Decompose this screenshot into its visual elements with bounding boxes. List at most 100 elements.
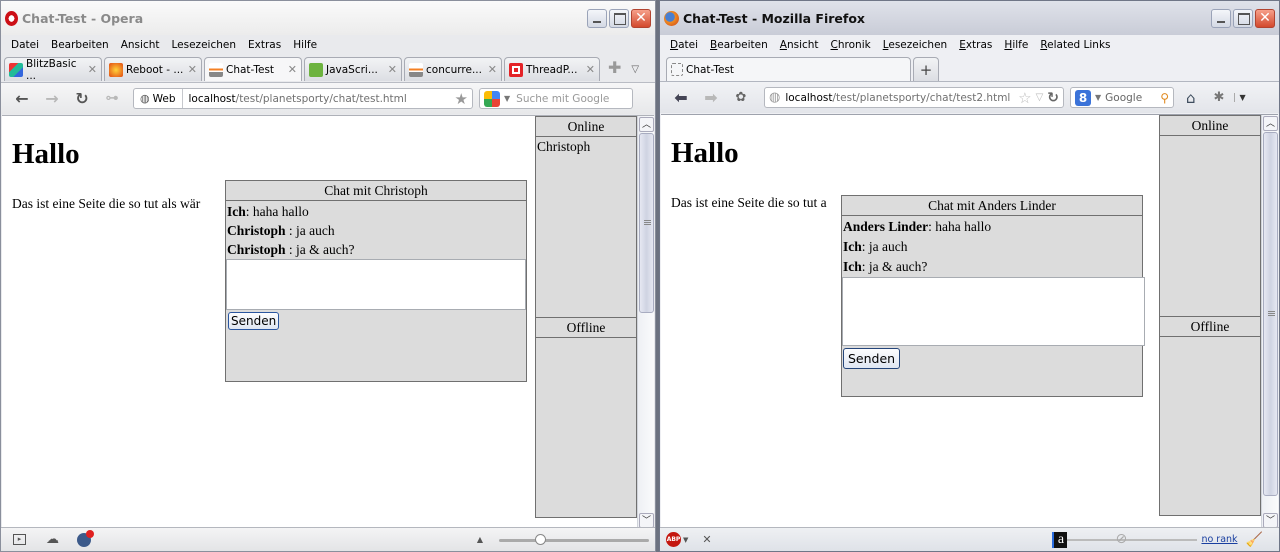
firefox-logo-icon	[664, 10, 679, 26]
new-tab-icon[interactable]: ✚	[608, 58, 621, 77]
menu-bearbeiten[interactable]: Bearbeiten	[45, 39, 115, 51]
tab-reboot[interactable]: Reboot - ... ✕	[104, 57, 202, 81]
menu-lesezeichen[interactable]: Lesezeichen	[166, 39, 243, 51]
tab-list-icon[interactable]: ▽	[631, 64, 639, 75]
zoom-slider[interactable]	[499, 533, 649, 547]
menu-hilfe[interactable]: Hilfe	[287, 39, 323, 51]
close-tab-icon[interactable]: ✕	[384, 63, 397, 76]
extension-icon[interactable]: ✿	[726, 90, 756, 105]
scroll-down-icon[interactable]: ﹀	[1263, 513, 1278, 528]
menu-lesezeichen[interactable]: Lesezeichen	[877, 39, 954, 51]
minimize-button[interactable]	[587, 9, 607, 28]
scroll-up-icon[interactable]: ︿	[1263, 116, 1278, 131]
chat-message-input[interactable]	[842, 277, 1145, 346]
scrollbar-thumb[interactable]	[639, 133, 654, 313]
tab-concurrency[interactable]: concurre... ✕	[404, 57, 502, 81]
chat-message: Ich: ja & auch?	[843, 259, 928, 274]
firebug-icon[interactable]: ✱	[1214, 90, 1225, 105]
opera-unite-cloud-icon[interactable]: ☁	[46, 532, 59, 547]
minimize-button[interactable]	[1211, 9, 1231, 28]
address-toolbar: ← → ↻ ⊶ ◍ Web localhost/test/planetsport…	[1, 82, 655, 114]
menu-extras[interactable]: Extras	[242, 39, 287, 51]
forward-icon[interactable]: ➡	[696, 88, 726, 107]
cleanup-broom-icon[interactable]: 🧹	[1246, 532, 1263, 548]
key-icon[interactable]: ⊶	[97, 91, 127, 106]
panel-toggle-icon[interactable]: ▸	[13, 534, 26, 545]
alexa-icon[interactable]: a	[1052, 531, 1068, 548]
send-button[interactable]: Senden	[228, 312, 280, 330]
online-user[interactable]: Christoph	[536, 137, 636, 156]
tab-javascript[interactable]: JavaScri... ✕	[304, 57, 402, 81]
bookmark-star-icon[interactable]: ★	[455, 90, 472, 108]
close-statusbar-icon[interactable]: ✕	[702, 533, 711, 546]
w3schools-icon	[309, 62, 323, 77]
new-tab-button[interactable]: +	[913, 57, 939, 81]
search-magnifier-icon[interactable]: ⚲	[1160, 91, 1169, 105]
close-tab-icon[interactable]: ✕	[184, 63, 197, 76]
vertical-scrollbar[interactable]: ︿ ﹀	[637, 116, 654, 529]
toolbar-menu-icon[interactable]: ▼	[1234, 93, 1246, 102]
menu-bearbeiten[interactable]: Bearbeiten	[704, 39, 774, 51]
address-field[interactable]: ◍ localhost/test/planetsporty/chat/test2…	[764, 87, 1064, 108]
online-panel: Online	[1159, 115, 1261, 317]
maximize-button[interactable]	[609, 9, 629, 28]
google-icon: 8	[1075, 89, 1091, 106]
chat-messages: Ich: haha hallo Christoph : ja auch Chri…	[226, 201, 526, 259]
forward-icon[interactable]: →	[37, 89, 67, 108]
show-images-icon[interactable]: ▲	[477, 535, 483, 544]
tab-chat-test[interactable]: Chat-Test ✕	[204, 57, 302, 81]
zoom-slider-handle[interactable]	[535, 533, 546, 545]
opera-window: Chat-Test - Opera ✕ Datei Bearbeiten Ans…	[0, 0, 656, 552]
menu-datei[interactable]: Datei	[5, 39, 45, 51]
scroll-up-icon[interactable]: ︿	[639, 117, 654, 132]
menu-hilfe[interactable]: Hilfe	[998, 39, 1034, 51]
menu-ansicht[interactable]: Ansicht	[115, 39, 166, 51]
opera-turbo-icon[interactable]	[77, 529, 94, 547]
close-button[interactable]: ✕	[1255, 9, 1275, 28]
back-icon[interactable]: ←	[7, 89, 37, 108]
search-engine-dropdown-icon[interactable]: ▼	[504, 94, 510, 103]
chat-messages: Anders Linder: haha hallo Ich: ja auch I…	[842, 216, 1142, 277]
vertical-scrollbar[interactable]: ︿ ﹀	[1261, 115, 1278, 529]
reload-icon[interactable]: ↻	[1047, 90, 1059, 106]
alexa-rank-label[interactable]: no rank	[1201, 534, 1237, 545]
menu-datei[interactable]: Datei	[664, 39, 704, 51]
tab-threadpool[interactable]: ThreadP... ✕	[504, 57, 600, 81]
search-engine-dropdown-icon[interactable]: ▼	[1095, 93, 1101, 102]
scrollbar-thumb[interactable]	[1263, 132, 1278, 496]
tab-blitzbasic[interactable]: BlitzBasic ... ✕	[4, 57, 102, 82]
close-tab-icon[interactable]: ✕	[582, 63, 595, 76]
blank-page-icon	[671, 63, 683, 76]
chat-message: Christoph : ja & auch?	[227, 242, 355, 257]
tab-chat-test[interactable]: Chat-Test	[666, 57, 911, 81]
menu-bar: Datei Bearbeiten Ansicht Lesezeichen Ext…	[1, 35, 655, 55]
close-tab-icon[interactable]: ✕	[284, 63, 297, 76]
search-field[interactable]: 8 ▼ Google ⚲	[1070, 87, 1174, 108]
menu-related-links[interactable]: Related Links	[1034, 39, 1116, 51]
address-field[interactable]: ◍ Web localhost/test/planetsporty/chat/t…	[133, 88, 473, 109]
send-button[interactable]: Senden	[843, 348, 901, 369]
reload-icon[interactable]: ↻	[67, 89, 97, 108]
adblock-dropdown-icon[interactable]: ▼	[683, 536, 688, 544]
close-button[interactable]: ✕	[631, 9, 651, 28]
menu-chronik[interactable]: Chronik	[825, 39, 877, 51]
back-icon[interactable]: ⬅	[666, 88, 696, 107]
grip-icon	[644, 220, 651, 225]
opera-titlebar: Chat-Test - Opera ✕	[1, 1, 655, 35]
home-icon[interactable]: ⌂	[1186, 89, 1196, 107]
close-tab-icon[interactable]: ✕	[484, 63, 497, 76]
scroll-down-icon[interactable]: ﹀	[639, 513, 654, 528]
adblock-plus-icon[interactable]: ABP	[666, 532, 681, 547]
search-field[interactable]: ▼ Suche mit Google	[479, 88, 633, 109]
site-badge[interactable]: ◍ Web	[134, 89, 183, 108]
history-dropdown-icon[interactable]: ▽	[1036, 92, 1044, 103]
menu-extras[interactable]: Extras	[953, 39, 998, 51]
close-tab-icon[interactable]: ✕	[84, 63, 97, 76]
bookmark-star-icon[interactable]: ☆	[1018, 89, 1031, 107]
menu-ansicht[interactable]: Ansicht	[774, 39, 825, 51]
chat-title: Chat mit Christoph	[226, 181, 526, 201]
maximize-button[interactable]	[1233, 9, 1253, 28]
menu-bar: Datei Bearbeiten Ansicht Chronik Lesezei…	[660, 35, 1279, 55]
offline-panel: Offline	[535, 317, 637, 518]
chat-message-input[interactable]	[226, 259, 526, 310]
